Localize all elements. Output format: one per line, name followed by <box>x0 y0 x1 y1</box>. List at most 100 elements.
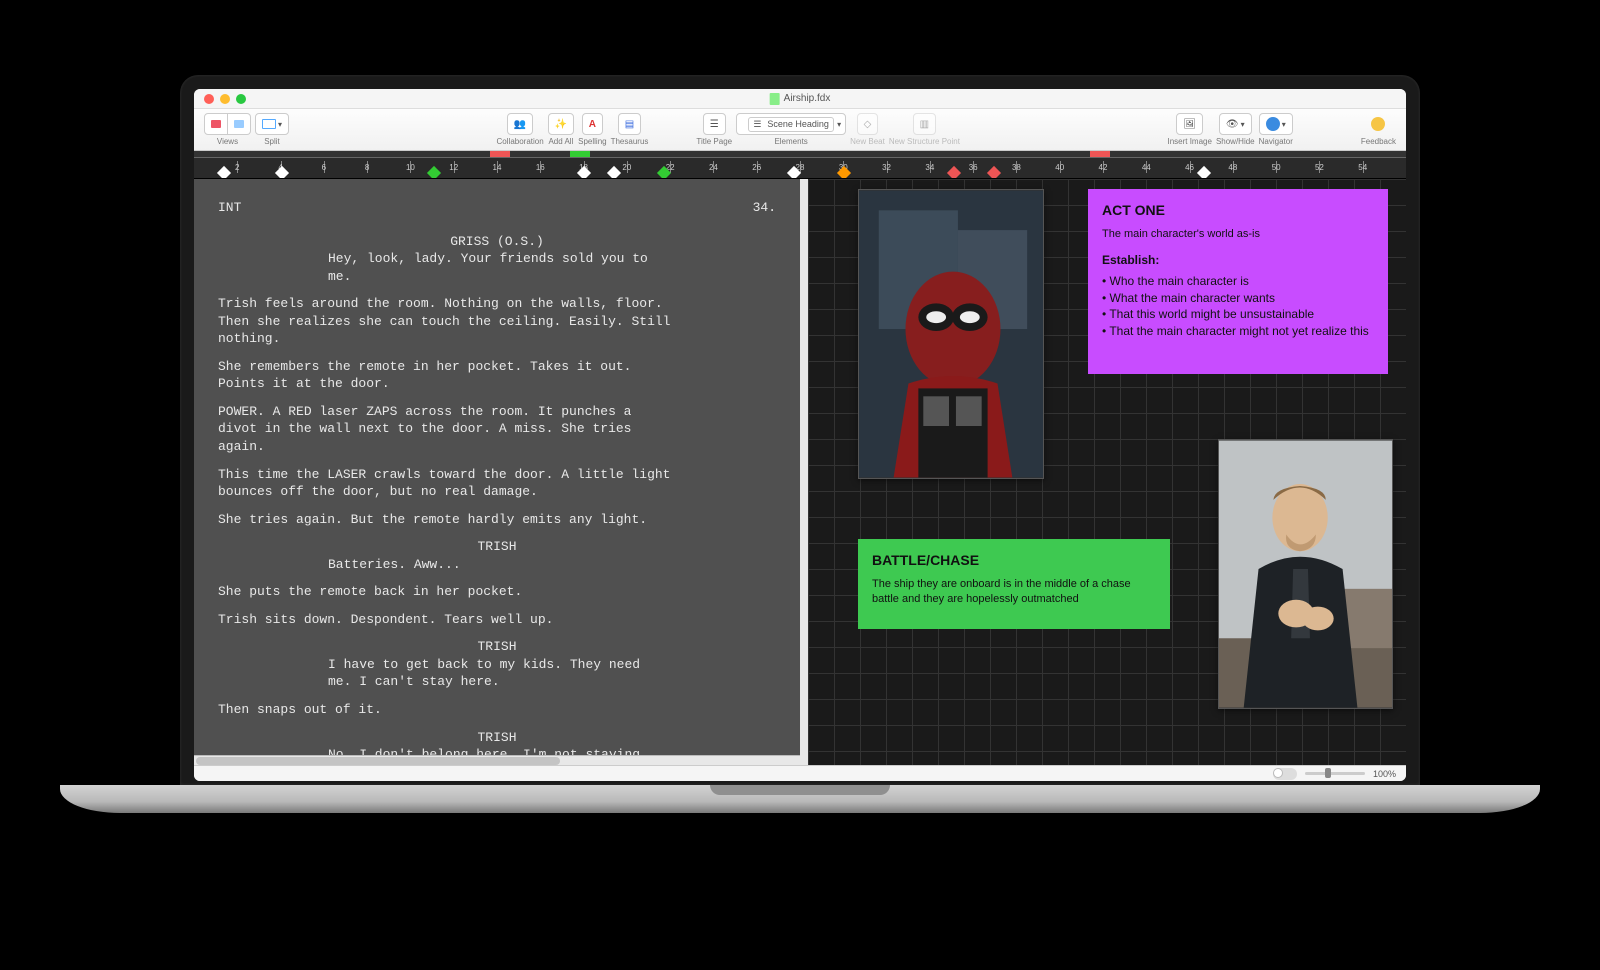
title-page-button[interactable]: ☰ <box>703 113 726 135</box>
ruler-tick-label: 36 <box>969 163 978 172</box>
card-bullets: Who the main character isWhat the main c… <box>1102 273 1374 340</box>
split-button[interactable]: ▾ <box>255 113 289 135</box>
laptop-base <box>60 785 1540 813</box>
image-card-1[interactable] <box>858 189 1044 479</box>
zoom-level: 100% <box>1373 769 1396 779</box>
new-beat-group: ◇ New Beat <box>850 113 885 146</box>
timeline-ruler[interactable]: 2468101214161820222426283032343638404244… <box>194 151 1406 179</box>
beat-marker[interactable] <box>987 166 1001 179</box>
card-subtitle: The main character's world as-is <box>1102 227 1374 242</box>
beat-marker[interactable] <box>1197 166 1211 179</box>
ruler-tick-label: 44 <box>1142 163 1151 172</box>
spelling-group: A Spelling <box>578 113 606 146</box>
collaboration-button[interactable]: 👥 <box>507 113 533 135</box>
screen-bezel: Airship.fdx Views ▾ Split <box>180 75 1420 785</box>
card-body: The ship they are onboard is in the midd… <box>872 577 1156 608</box>
insert-image-button[interactable]: 🖼 <box>1176 113 1203 135</box>
ruler-tick-label: 46 <box>1185 163 1194 172</box>
image-icon: 🖼 <box>1183 119 1196 130</box>
action-line: Then snaps out of it. <box>218 701 678 719</box>
dialogue-line: No. I don't belong here. I'm not staying… <box>328 746 648 755</box>
ruler-tick-label: 38 <box>1012 163 1021 172</box>
ruler-tick-label: 50 <box>1272 163 1281 172</box>
show-hide-button[interactable]: 👁▾ <box>1219 113 1252 135</box>
card-battle-chase[interactable]: BATTLE/CHASE The ship they are onboard i… <box>858 539 1170 629</box>
ruler-tick-label: 48 <box>1228 163 1237 172</box>
document-title: Airship.fdx <box>770 93 831 105</box>
navigator-button[interactable]: ▾ <box>1259 113 1293 135</box>
letter-a-icon: A <box>589 119 596 130</box>
eye-icon: 👁 <box>1226 119 1239 130</box>
action-line: She remembers the remote in her pocket. … <box>218 358 678 393</box>
people-icon: 👥 <box>514 119 526 130</box>
action-line: Trish sits down. Despondent. Tears well … <box>218 611 678 629</box>
thesaurus-group: ▤ Thesaurus <box>611 113 649 146</box>
elements-dropdown[interactable]: ☰Scene Heading <box>736 113 846 135</box>
fullscreen-button[interactable] <box>236 94 246 104</box>
action-line: This time the LASER crawls toward the do… <box>218 466 678 501</box>
pane-divider[interactable] <box>800 179 808 765</box>
zoom-slider[interactable] <box>1305 772 1365 775</box>
reference-image-2 <box>1219 440 1392 708</box>
card-bullet: What the main character wants <box>1102 290 1374 307</box>
action-line: She puts the remote back in her pocket. <box>218 583 678 601</box>
window-controls <box>194 94 246 104</box>
navigator-group: ▾ Navigator <box>1259 113 1293 146</box>
new-beat-button[interactable]: ◇ <box>857 113 879 135</box>
sparkle-icon: ✨ <box>555 119 567 130</box>
ruler-tick-label: 40 <box>1055 163 1064 172</box>
establish-label: Establish: <box>1102 252 1374 269</box>
views-segment-2[interactable] <box>228 113 251 135</box>
minimize-button[interactable] <box>220 94 230 104</box>
new-structure-button[interactable]: ▥ <box>913 113 936 135</box>
add-all-button[interactable]: ✨ <box>548 113 574 135</box>
feedback-button[interactable] <box>1365 113 1391 135</box>
beat-marker[interactable] <box>217 166 231 179</box>
card-bullet: That the main character might not yet re… <box>1102 323 1374 340</box>
ruler-tick-label: 42 <box>1099 163 1108 172</box>
beat-marker[interactable] <box>947 166 961 179</box>
ruler-tick-label: 34 <box>925 163 934 172</box>
app-window: Airship.fdx Views ▾ Split <box>194 89 1406 781</box>
document-icon <box>770 93 780 105</box>
beat-marker[interactable] <box>427 166 441 179</box>
views-segment-1[interactable] <box>204 113 228 135</box>
spelling-button[interactable]: A <box>582 113 603 135</box>
script-pane: INT 34. GRISS (O.S.)Hey, look, lady. You… <box>194 179 800 765</box>
status-bar: 100% <box>194 765 1406 781</box>
split-group: ▾ Split <box>255 113 289 146</box>
titlebar: Airship.fdx <box>194 89 1406 109</box>
card-title: BATTLE/CHASE <box>872 551 1156 571</box>
toolbar: Views ▾ Split 👥 Collaboration ✨ Add All … <box>194 109 1406 151</box>
script-page[interactable]: INT 34. GRISS (O.S.)Hey, look, lady. You… <box>194 179 800 755</box>
ruler-tick-label: 12 <box>449 163 458 172</box>
views-group: Views <box>204 113 251 146</box>
card-title: ACT ONE <box>1102 201 1374 221</box>
book-icon: ▤ <box>625 119 634 130</box>
beat-marker[interactable] <box>607 166 621 179</box>
show-hide-group: 👁▾ Show/Hide <box>1216 113 1255 146</box>
ruler-tick-label: 26 <box>752 163 761 172</box>
dialogue-line: I have to get back to my kids. They need… <box>328 656 648 691</box>
view-toggle[interactable] <box>1273 768 1297 780</box>
chat-icon <box>1371 117 1385 131</box>
ruler-tick-label: 54 <box>1358 163 1367 172</box>
beat-board-canvas[interactable]: ACT ONE The main character's world as-is… <box>808 179 1406 765</box>
columns-icon: ▥ <box>920 119 929 130</box>
action-line: She tries again. But the remote hardly e… <box>218 511 678 529</box>
ruler-tick-label: 32 <box>882 163 891 172</box>
card-act-one[interactable]: ACT ONE The main character's world as-is… <box>1088 189 1388 374</box>
thesaurus-button[interactable]: ▤ <box>618 113 641 135</box>
beat-marker[interactable] <box>275 166 289 179</box>
page-number: 34. <box>753 199 776 217</box>
image-card-2[interactable] <box>1218 439 1393 709</box>
feedback-group: Feedback <box>1361 113 1396 146</box>
close-button[interactable] <box>204 94 214 104</box>
ruler-tick-label: 10 <box>406 163 415 172</box>
character-cue: TRISH <box>218 538 776 556</box>
card-bullet: That this world might be unsustainable <box>1102 306 1374 323</box>
horizontal-scrollbar[interactable] <box>194 755 800 765</box>
card-bullet: Who the main character is <box>1102 273 1374 290</box>
dialogue-line: Batteries. Aww... <box>328 556 648 574</box>
character-cue: GRISS (O.S.) <box>218 233 776 251</box>
